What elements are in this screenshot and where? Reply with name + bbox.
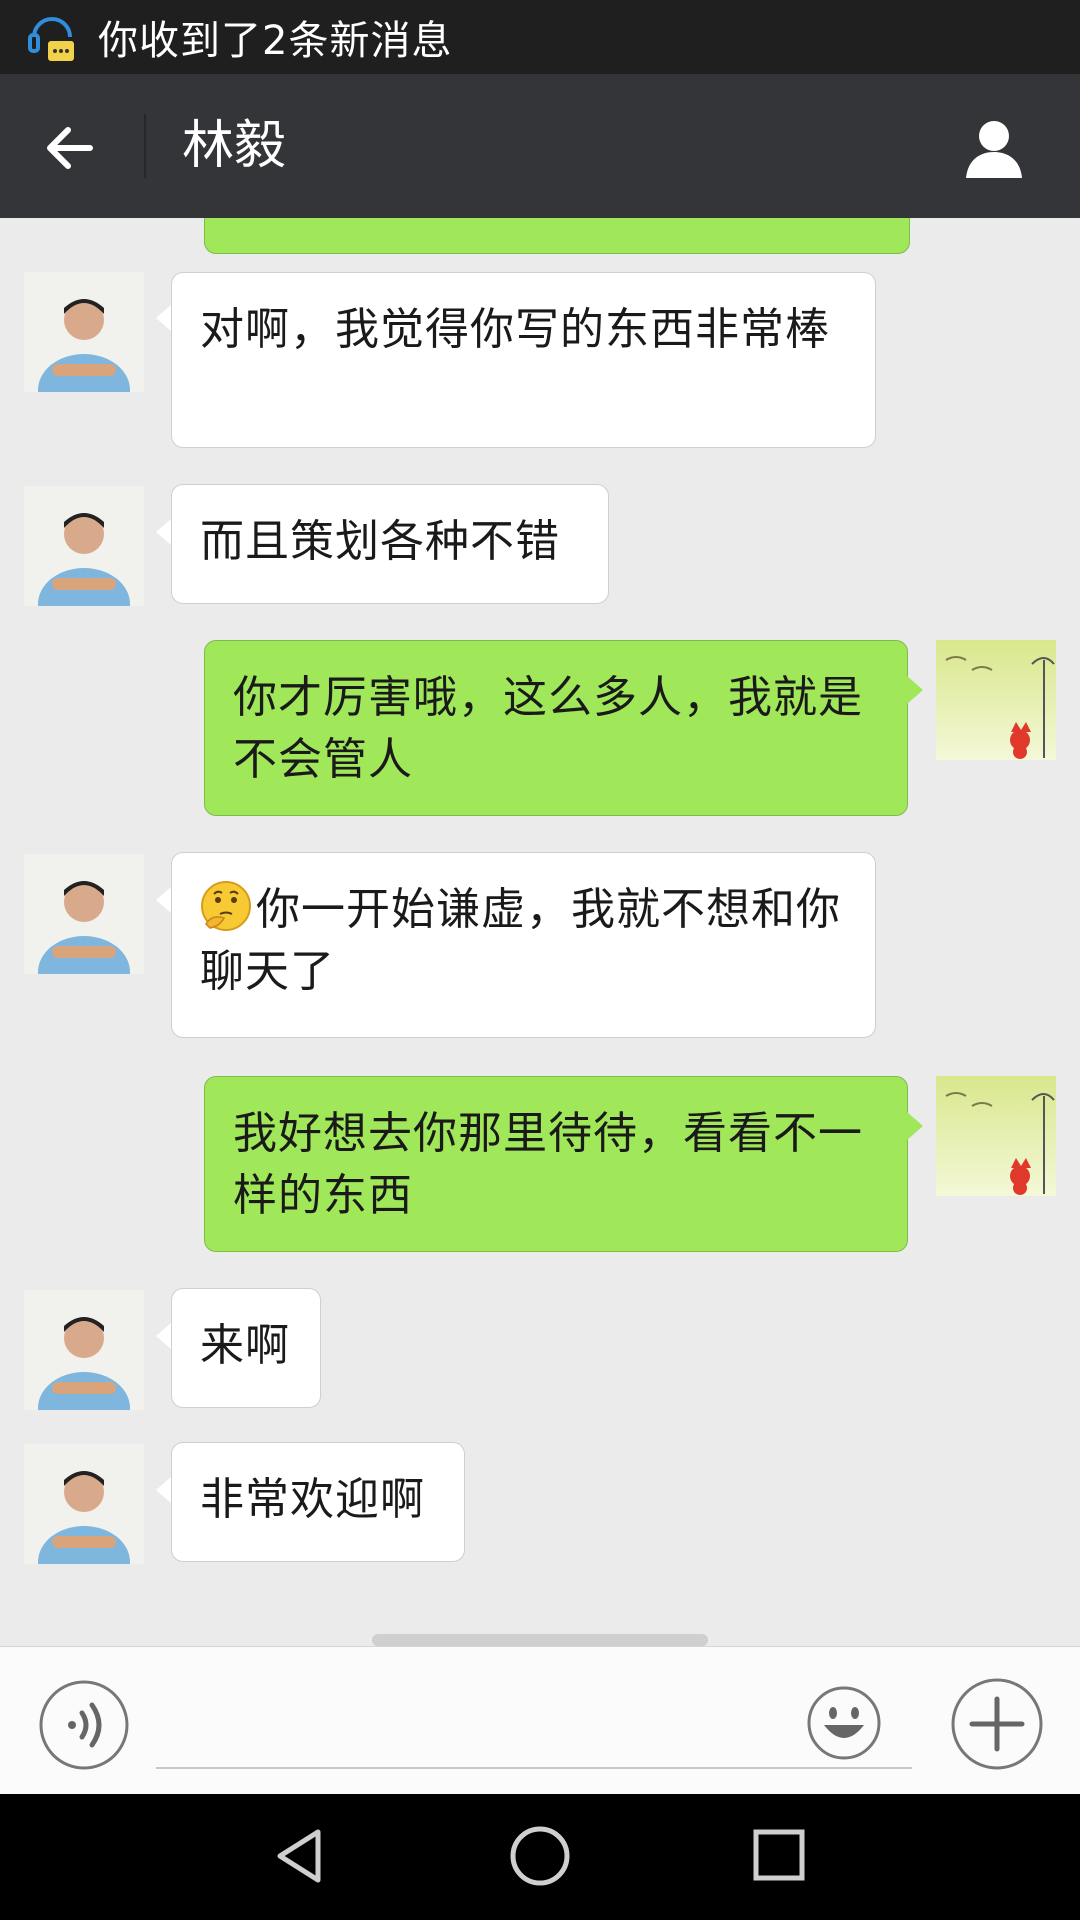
contact-avatar[interactable] [24,272,144,392]
message-text: 对啊，我觉得你写的东西非常棒 [200,304,830,355]
message-text: 我好想去你那里待待，看看不一样的东西 [233,1108,863,1221]
input-bar [0,1646,1080,1795]
incoming-message-bubble[interactable]: 来啊 [171,1288,321,1408]
smiley-icon[interactable] [806,1685,882,1761]
scroll-indicator [372,1634,708,1646]
outgoing-message-bubble[interactable]: 你才厉害哦，这么多人，我就是不会管人 [204,640,908,816]
message-text: 你才厉害哦，这么多人，我就是不会管人 [233,672,863,785]
my-avatar[interactable] [936,1076,1056,1196]
notification-text: 你收到了2条新消息 [98,18,453,64]
contact-avatar[interactable] [24,486,144,606]
person-icon[interactable] [962,116,1026,180]
chat-notification-icon [28,17,74,61]
incoming-message-bubble[interactable]: 你一开始谦虚，我就不想和你聊天了 [171,852,876,1038]
circle-home-icon[interactable] [508,1824,572,1888]
message-text: 你一开始谦虚，我就不想和你聊天了 [200,884,841,997]
incoming-message-bubble[interactable]: 非常欢迎啊 [171,1442,465,1562]
status-bar: 你收到了2条新消息 [0,0,1080,74]
contact-avatar[interactable] [24,1444,144,1564]
message-text: 非常欢迎啊 [200,1474,425,1525]
message-text: 而且策划各种不错 [200,516,560,567]
system-navigation-bar [0,1794,1080,1920]
incoming-message-bubble[interactable]: 而且策划各种不错 [171,484,609,604]
outgoing-message-bubble[interactable]: 我好想去你那里待待，看看不一样的东西 [204,1076,908,1252]
thinking-face-emoji [201,881,251,931]
triangle-back-icon[interactable] [270,1826,330,1886]
contact-avatar[interactable] [24,1290,144,1410]
outgoing-message-bubble[interactable] [204,218,910,254]
arrow-left-icon[interactable] [40,120,100,176]
square-recents-icon[interactable] [752,1828,806,1882]
chat-area[interactable]: 对啊，我觉得你写的东西非常棒 而且策划各种不错 你才厉害哦，这么多人，我就是不会… [0,218,1080,1646]
title-divider [144,114,146,178]
message-text: 来啊 [200,1320,290,1371]
contact-avatar[interactable] [24,854,144,974]
plus-icon[interactable] [950,1677,1044,1771]
title-bar: 林毅 [0,74,1080,218]
voice-input-icon[interactable] [38,1679,130,1771]
message-input[interactable] [156,1767,912,1769]
chat-title: 林毅 [182,116,287,176]
incoming-message-bubble[interactable]: 对啊，我觉得你写的东西非常棒 [171,272,876,448]
my-avatar[interactable] [936,640,1056,760]
